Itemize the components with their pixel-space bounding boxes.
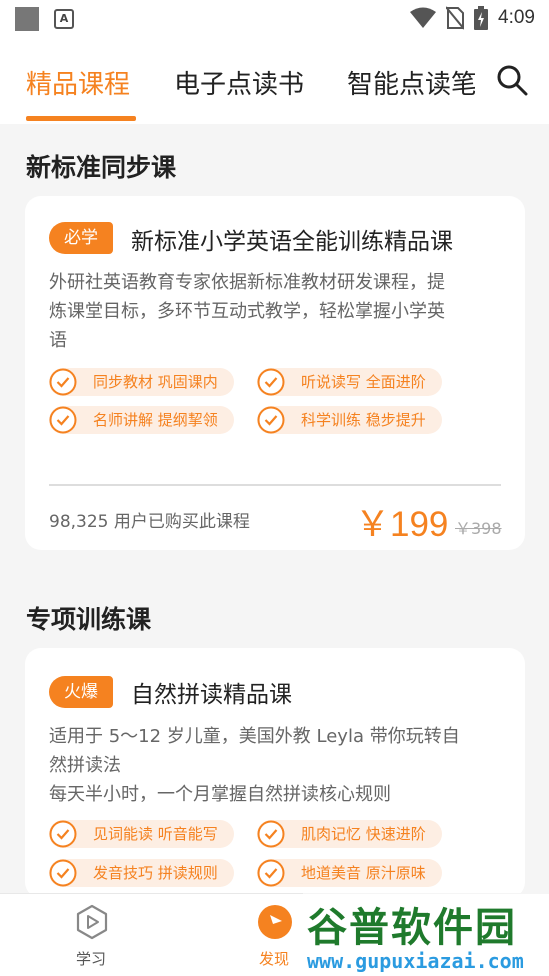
discover-icon — [258, 905, 292, 939]
check-circle-icon — [257, 820, 285, 848]
check-circle-icon — [49, 820, 77, 848]
active-tab-indicator — [26, 116, 136, 121]
app-notification-icon: A — [54, 9, 74, 29]
nav-label: 学习 — [75, 950, 106, 968]
status-icons: 4:09 — [410, 6, 535, 30]
status-bar: A 4:09 — [0, 0, 549, 38]
check-circle-icon — [257, 859, 285, 887]
feature-tag: 地道美音 原汁原味 — [257, 859, 442, 887]
course-badge: 必学 — [49, 222, 113, 254]
course-description: 外研社英语教育专家依据新标准教材研发课程，提 炼课堂目标，多环节互动式教学，轻松… — [49, 268, 499, 355]
check-circle-icon — [257, 368, 285, 396]
feature-text: 肌肉记忆 快速进阶 — [301, 825, 426, 843]
feature-tag: 肌肉记忆 快速进阶 — [257, 820, 442, 848]
feature-tag: 同步教材 巩固课内 — [49, 368, 234, 396]
tab-ebooks[interactable]: 电子点读书 — [174, 64, 304, 101]
description-line: 语 — [49, 330, 67, 351]
description-line: 外研社英语教育专家依据新标准教材研发课程，提 — [49, 272, 445, 293]
tab-premium-courses[interactable]: 精品课程 — [26, 64, 130, 101]
feature-tag: 发音技巧 拼读规则 — [49, 859, 234, 887]
check-circle-icon — [49, 406, 77, 434]
feature-text: 同步教材 巩固课内 — [93, 373, 218, 391]
check-circle-icon — [49, 368, 77, 396]
price: ￥199 — [355, 505, 449, 544]
card-divider — [49, 484, 501, 486]
feature-text: 名师讲解 提纲挈领 — [93, 411, 218, 429]
course-badge: 火爆 — [49, 676, 113, 708]
status-time: 4:09 — [498, 7, 535, 28]
feature-text: 发音技巧 拼读规则 — [93, 864, 218, 882]
description-line: 炼课堂目标，多环节互动式教学，轻松掌握小学英 — [49, 301, 445, 322]
battery-charging-icon — [474, 6, 489, 30]
feature-tag: 听说读写 全面进阶 — [257, 368, 442, 396]
course-title: 自然拼读精品课 — [131, 682, 292, 708]
watermark-text: 谷普软件园 — [307, 905, 517, 951]
feature-tag: 名师讲解 提纲挈领 — [49, 406, 234, 434]
search-icon[interactable] — [496, 64, 528, 96]
nav-item-learn[interactable]: 学习 — [31, 894, 151, 976]
original-price: ￥398 — [455, 519, 502, 538]
feature-tag: 科学训练 稳步提升 — [257, 406, 442, 434]
description-line: 适用于 5～12 岁儿童，美国外教 Leyla 带你玩转自 — [49, 726, 460, 747]
check-circle-icon — [257, 406, 285, 434]
top-tab-bar: 精品课程 电子点读书 智能点读笔 — [0, 38, 549, 124]
feature-tag: 见词能读 听音能写 — [49, 820, 234, 848]
no-sim-icon — [446, 6, 465, 30]
course-title: 新标准小学英语全能训练精品课 — [131, 229, 453, 255]
feature-text: 科学训练 稳步提升 — [301, 411, 426, 429]
feature-text: 地道美音 原汁原味 — [301, 864, 426, 882]
tab-smart-pen[interactable]: 智能点读笔 — [347, 64, 475, 101]
section-title-sync: 新标准同步课 — [26, 153, 177, 182]
description-line: 然拼读法 — [49, 755, 121, 776]
watermark-url: www.gupuxiazai.com — [307, 949, 524, 973]
description-line: 每天半小时，一个月掌握自然拼读核心规则 — [49, 784, 391, 805]
course-description: 适用于 5～12 岁儿童，美国外教 Leyla 带你玩转自 然拼读法 每天半小时… — [49, 722, 499, 809]
site-watermark: 谷普软件园 www.gupuxiazai.com — [303, 893, 549, 976]
check-circle-icon — [49, 859, 77, 887]
wifi-icon — [410, 7, 437, 28]
feature-text: 听说读写 全面进阶 — [301, 373, 426, 391]
section-title-special: 专项训练课 — [26, 605, 152, 634]
play-hexagon-icon — [76, 904, 108, 940]
buyers-count: 98,325 用户已购买此课程 — [49, 512, 250, 532]
feature-text: 见词能读 听音能写 — [93, 825, 218, 843]
course-card-english[interactable]: 必学 新标准小学英语全能训练精品课 外研社英语教育专家依据新标准教材研发课程，提… — [25, 196, 525, 550]
notification-square-icon — [15, 7, 39, 31]
course-card-phonics[interactable]: 火爆 自然拼读精品课 适用于 5～12 岁儿童，美国外教 Leyla 带你玩转自… — [25, 648, 525, 898]
